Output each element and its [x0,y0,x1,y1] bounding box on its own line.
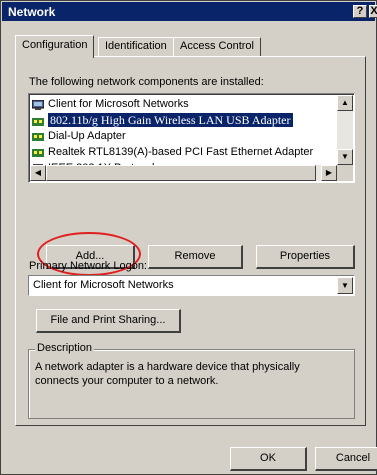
primary-logon-label: Primary Network Logon: [29,260,147,272]
scroll-right-icon[interactable]: ▶ [321,165,337,181]
scroll-down-icon[interactable]: ▼ [337,149,353,165]
cancel-button[interactable]: Cancel [315,447,377,471]
network-adapter-icon [32,147,44,158]
list-item-label: Client for Microsoft Networks [48,98,189,110]
file-print-sharing-button[interactable]: File and Print Sharing... [36,309,181,333]
list-item[interactable]: Realtek RTL8139(A)-based PCI Fast Ethern… [32,144,313,160]
close-button[interactable]: X [369,5,377,18]
network-client-icon [31,99,45,111]
scroll-left-icon[interactable]: ◀ [30,165,46,181]
list-item[interactable]: Client for Microsoft Networks [31,96,189,112]
scroll-thumb[interactable] [46,165,316,181]
tab-identification[interactable]: Identification [98,37,174,57]
remove-button[interactable]: Remove [148,245,243,269]
ok-button[interactable]: OK [230,447,307,471]
network-dialog: Network ? X Configuration Identification… [0,0,377,475]
horizontal-scrollbar[interactable]: ◀ ▶ [30,165,337,181]
list-item-label: Dial-Up Adapter [48,130,126,142]
network-adapter-icon [32,131,44,142]
list-item-label: 802.11b/g High Gain Wireless LAN USB Ada… [48,113,293,127]
properties-button[interactable]: Properties [256,245,355,269]
title-bar: Network ? X [2,2,377,21]
help-button[interactable]: ? [353,5,367,18]
scrollbar-corner [337,165,353,181]
components-listbox[interactable]: Client for Microsoft Networks 802.11b/g … [28,93,355,183]
primary-logon-value: Client for Microsoft Networks [33,279,174,291]
tab-configuration[interactable]: Configuration [15,35,95,58]
primary-logon-select[interactable]: Client for Microsoft Networks ▼ [28,275,355,296]
scroll-up-icon[interactable]: ▲ [337,95,353,111]
description-label: Description [35,342,95,354]
vertical-scrollbar[interactable]: ▲ ▼ [337,95,353,165]
network-adapter-icon [32,116,44,127]
chevron-down-icon[interactable]: ▼ [337,277,353,294]
components-heading: The following network components are ins… [29,76,264,88]
list-item[interactable]: Dial-Up Adapter [32,128,126,144]
description-group: Description A network adapter is a hardw… [28,342,355,419]
list-item-label: Realtek RTL8139(A)-based PCI Fast Ethern… [48,146,314,158]
description-text: A network adapter is a hardware device t… [35,361,300,387]
window-title: Network [8,5,56,19]
list-item-selected[interactable]: 802.11b/g High Gain Wireless LAN USB Ada… [32,112,293,128]
tab-access-control[interactable]: Access Control [173,37,261,57]
